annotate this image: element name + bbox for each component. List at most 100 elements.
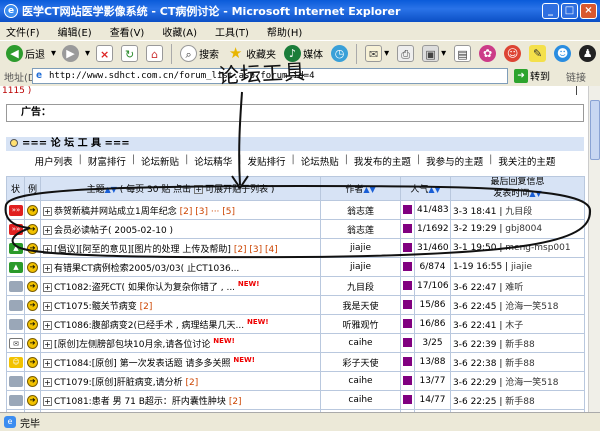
author-cell[interactable]: jiajie <box>320 257 401 277</box>
author-cell[interactable]: 九目段 <box>320 276 401 296</box>
sort-arrows-icon[interactable]: ▲▼ <box>529 189 541 198</box>
go-thread-icon[interactable]: ➔ <box>27 337 38 349</box>
author-cell[interactable]: 我是天使 <box>320 295 401 315</box>
go-thread-icon[interactable]: ➔ <box>27 318 38 330</box>
thread-pages[interactable]: [2] [3] ··· [5] <box>180 207 235 217</box>
tool-link-my-participated[interactable]: 我参与的主题 <box>424 154 485 168</box>
reply-user[interactable]: 新手88 <box>505 359 534 369</box>
sort-arrows-icon[interactable]: ▲▼ <box>428 185 440 194</box>
reply-user[interactable]: 木子 <box>505 321 523 331</box>
thread-pages[interactable]: [2] <box>229 397 242 407</box>
go-thread-icon[interactable]: ➔ <box>27 242 38 254</box>
menu-edit[interactable]: 编辑(E) <box>58 24 92 39</box>
expand-thread-icon[interactable]: + <box>43 396 52 406</box>
reply-user[interactable]: jiajie <box>511 262 532 272</box>
expand-thread-icon[interactable]: + <box>43 377 52 387</box>
thread-title[interactable]: 会员必读帖子( 2005-02-10 ) <box>54 226 173 236</box>
back-dropdown-icon[interactable]: ▾ <box>51 48 56 59</box>
mail-button[interactable]: ✉ ▾ <box>363 43 391 65</box>
thread-title[interactable]: CT1079:[原创]肝脏病变,请分析 <box>54 378 183 388</box>
bookmark-button[interactable]: ✎ <box>527 43 548 65</box>
sort-arrows-icon[interactable]: ▲▼ <box>363 185 375 194</box>
thread-title[interactable]: CT1084:[原创] 第一次发表话题 请多多关照 <box>54 359 230 369</box>
tool-link-post-rank[interactable]: 发贴排行 <box>245 154 287 168</box>
research-button[interactable]: ✿ <box>477 43 498 65</box>
author-cell[interactable]: caihe <box>320 390 401 410</box>
expand-thread-icon[interactable]: + <box>43 282 52 292</box>
tool-link-user-list[interactable]: 用户列表 <box>33 154 75 168</box>
go-button[interactable]: ➜ 转到 <box>514 68 550 83</box>
reply-user[interactable]: 新手88 <box>505 397 534 407</box>
go-thread-icon[interactable]: ➔ <box>27 223 38 235</box>
scrollbar-thumb[interactable] <box>590 100 600 160</box>
menu-favorites[interactable]: 收藏(A) <box>162 24 197 39</box>
author-cell[interactable]: jiajie <box>320 238 401 258</box>
history-button[interactable]: ◷ <box>329 43 350 65</box>
tool-link-my-topics[interactable]: 我发布的主题 <box>352 154 413 168</box>
minimize-button[interactable]: _ <box>542 3 559 19</box>
msn-button[interactable]: ☻ <box>552 43 573 65</box>
reply-user[interactable]: 九目段 <box>505 207 532 217</box>
search-button[interactable]: ⌕ 搜索 <box>178 43 221 65</box>
thread-title[interactable]: 恭贺新稿并网站成立1周年纪念 <box>54 207 177 217</box>
author-cell[interactable]: 翁志莲 <box>320 200 401 220</box>
reply-user[interactable]: gbj8004 <box>505 224 542 234</box>
expand-thread-icon[interactable]: + <box>43 301 52 311</box>
stop-button[interactable]: × <box>94 43 115 65</box>
expand-thread-icon[interactable]: + <box>43 358 52 368</box>
thread-pages[interactable]: [2] <box>140 302 153 312</box>
go-thread-icon[interactable]: ➔ <box>27 375 38 387</box>
tool-link-essence[interactable]: 论坛精华 <box>192 154 234 168</box>
reply-user[interactable]: 沧海一笑518 <box>505 378 558 388</box>
messenger-button[interactable]: ☺ <box>502 43 523 65</box>
thread-title[interactable]: CT1082:盗死CT( 如果你认为复杂你错了 , ... <box>54 283 235 293</box>
discuss-button[interactable]: ▤ <box>452 43 473 65</box>
tool-link-my-followed[interactable]: 我关注的主题 <box>496 154 557 168</box>
thread-pages[interactable]: [2] <box>185 378 198 388</box>
menu-view[interactable]: 查看(V) <box>110 24 145 39</box>
thread-title[interactable]: CT1086:腹部病变2(已经手术 , 病理结果几天... <box>54 321 244 331</box>
home-button[interactable]: ⌂ <box>144 43 165 65</box>
reply-user[interactable]: meng-msp001 <box>505 243 570 253</box>
forward-button[interactable]: ▶ <box>60 43 81 65</box>
tool-link-wealth-rank[interactable]: 财富排行 <box>86 154 128 168</box>
expand-thread-icon[interactable]: + <box>43 320 52 330</box>
expand-thread-icon[interactable]: + <box>43 206 52 216</box>
thread-title[interactable]: [倡议][阿至的意见][图片的处理 上传及帮助] <box>54 245 231 255</box>
reply-user[interactable]: 新手88 <box>505 340 534 350</box>
menu-tools[interactable]: 工具(T) <box>215 24 249 39</box>
maximize-button[interactable]: □ <box>561 3 578 19</box>
print-button[interactable]: ⎙ <box>395 43 416 65</box>
expand-thread-icon[interactable]: + <box>43 263 52 273</box>
author-cell[interactable]: 翁志莲 <box>320 219 401 239</box>
expand-thread-icon[interactable]: + <box>43 225 52 235</box>
go-thread-icon[interactable]: ➔ <box>27 261 38 273</box>
go-thread-icon[interactable]: ➔ <box>27 280 38 292</box>
tool-link-new-posts[interactable]: 论坛新贴 <box>139 154 181 168</box>
edit-button[interactable]: ▣ ▾ <box>420 43 448 65</box>
close-button[interactable]: × <box>580 3 597 19</box>
menu-file[interactable]: 文件(F) <box>6 24 40 39</box>
links-button[interactable]: 链接 <box>566 69 586 84</box>
sort-arrows-icon[interactable]: ▲▼ <box>105 185 117 194</box>
expand-thread-icon[interactable]: + <box>43 339 52 349</box>
vertical-scrollbar[interactable] <box>588 86 600 412</box>
go-thread-icon[interactable]: ➔ <box>27 394 38 406</box>
go-thread-icon[interactable]: ➔ <box>27 356 38 368</box>
forward-dropdown-icon[interactable]: ▾ <box>85 48 90 59</box>
author-cell[interactable]: caihe <box>320 333 401 353</box>
author-cell[interactable]: 听雅观竹 <box>320 314 401 334</box>
qq-button[interactable]: ♟ <box>577 43 598 65</box>
refresh-button[interactable]: ↻ <box>119 43 140 65</box>
author-cell[interactable]: caihe <box>320 371 401 391</box>
tool-link-hot-posts[interactable]: 论坛热贴 <box>299 154 341 168</box>
thread-pages[interactable]: [2] [3] [4] <box>234 245 278 255</box>
back-button[interactable]: ◀ 后退 <box>4 43 47 65</box>
thread-title[interactable]: 有错果CT病例检索2005/03/03( 止CT1036... <box>54 264 239 274</box>
author-cell[interactable]: 彩子天使 <box>320 352 401 372</box>
reply-user[interactable]: 沧海一笑518 <box>505 302 558 312</box>
reply-user[interactable]: 难听 <box>505 283 523 293</box>
thread-title[interactable]: CT1081:患者 男 71 B超示：肝内囊性肿块 <box>54 397 226 407</box>
thread-title[interactable]: CT1075:髋关节病变 <box>54 302 137 312</box>
expand-thread-icon[interactable]: + <box>43 244 52 254</box>
